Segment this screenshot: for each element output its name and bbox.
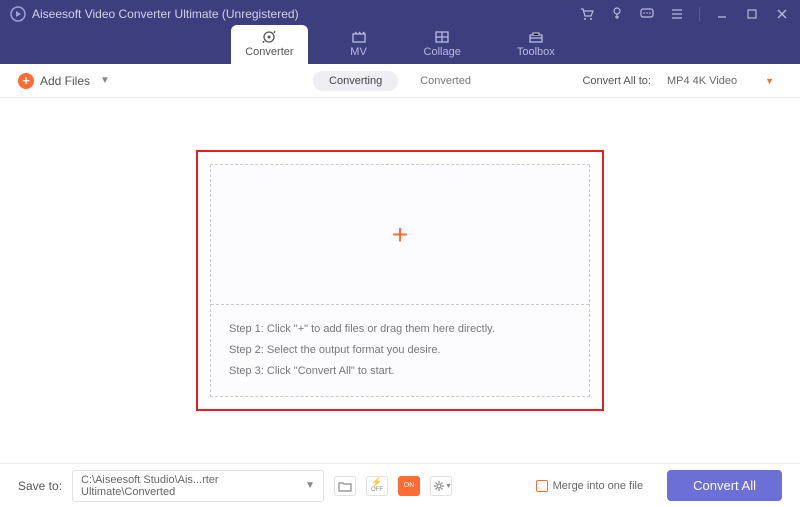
divider xyxy=(699,7,700,21)
step-2: Step 2: Select the output format you des… xyxy=(229,340,571,361)
tab-toolbox[interactable]: Toolbox xyxy=(503,25,569,64)
collage-icon xyxy=(433,29,451,45)
highlight-box: + Step 1: Click "+" to add files or drag… xyxy=(196,150,604,411)
maximize-icon[interactable] xyxy=(744,6,760,22)
cart-icon[interactable] xyxy=(579,6,595,22)
close-icon[interactable] xyxy=(774,6,790,22)
converted-tab[interactable]: Converted xyxy=(404,71,487,91)
add-files-button[interactable]: + Add Files ▼ xyxy=(18,73,110,89)
open-folder-icon[interactable] xyxy=(334,476,356,496)
footer: Save to: C:\Aiseesoft Studio\Ais...rter … xyxy=(0,463,800,507)
app-logo-icon xyxy=(10,6,26,22)
chevron-down-icon: ▼ xyxy=(100,75,110,86)
dropzone-steps: Step 1: Click "+" to add files or drag t… xyxy=(211,305,589,396)
app-window: Aiseesoft Video Converter Ultimate (Unre… xyxy=(0,0,800,507)
tab-label: MV xyxy=(350,46,367,58)
converter-icon xyxy=(260,29,278,45)
status-segment: Converting Converted xyxy=(313,71,487,91)
dropzone[interactable]: + Step 1: Click "+" to add files or drag… xyxy=(210,164,590,397)
merge-checkbox[interactable]: Merge into one file xyxy=(536,480,644,492)
dropzone-top[interactable]: + xyxy=(211,165,589,305)
settings-icon[interactable]: ▾ xyxy=(430,476,452,496)
convert-all-to: Convert All to: MP4 4K Video ▼ xyxy=(582,72,782,90)
tab-label: Converter xyxy=(245,46,293,58)
gpu-icon[interactable]: ON xyxy=(398,476,420,496)
convert-all-button[interactable]: Convert All xyxy=(667,470,782,501)
plus-icon: + xyxy=(18,73,34,89)
app-title: Aiseesoft Video Converter Ultimate (Unre… xyxy=(32,7,579,21)
add-plus-icon[interactable]: + xyxy=(392,219,408,251)
tab-converter[interactable]: Converter xyxy=(231,25,307,64)
toolbar: + Add Files ▼ Converting Converted Conve… xyxy=(0,64,800,98)
save-path-value: C:\Aiseesoft Studio\Ais...rter Ultimate\… xyxy=(81,474,301,498)
minimize-icon[interactable] xyxy=(714,6,730,22)
checkbox-icon xyxy=(536,480,548,492)
key-icon[interactable] xyxy=(609,6,625,22)
tab-label: Toolbox xyxy=(517,46,555,58)
titlebar-controls xyxy=(579,6,790,22)
merge-label: Merge into one file xyxy=(553,480,644,492)
chevron-down-icon: ▼ xyxy=(305,480,315,491)
main-area: + Step 1: Click "+" to add files or drag… xyxy=(0,98,800,463)
hardware-accel-icon[interactable]: ⚡OFF xyxy=(366,476,388,496)
chat-icon[interactable] xyxy=(639,6,655,22)
save-path-dropdown[interactable]: C:\Aiseesoft Studio\Ais...rter Ultimate\… xyxy=(72,470,324,502)
toolbox-icon xyxy=(527,29,545,45)
menu-icon[interactable] xyxy=(669,6,685,22)
tab-collage[interactable]: Collage xyxy=(410,25,475,64)
mv-icon xyxy=(350,29,368,45)
format-dropdown[interactable]: MP4 4K Video ▼ xyxy=(659,72,782,90)
add-files-label: Add Files xyxy=(40,74,90,88)
format-value: MP4 4K Video xyxy=(667,75,737,87)
tab-label: Collage xyxy=(424,46,461,58)
step-3: Step 3: Click "Convert All" to start. xyxy=(229,361,571,382)
titlebar-top: Aiseesoft Video Converter Ultimate (Unre… xyxy=(0,0,800,28)
save-to-label: Save to: xyxy=(18,479,62,493)
titlebar: Aiseesoft Video Converter Ultimate (Unre… xyxy=(0,0,800,64)
step-1: Step 1: Click "+" to add files or drag t… xyxy=(229,319,571,340)
main-tabs: Converter MV Collage Toolbox xyxy=(0,28,800,64)
converting-tab[interactable]: Converting xyxy=(313,71,398,91)
dropdown-triangle-icon: ▼ xyxy=(765,76,774,86)
tab-mv[interactable]: MV xyxy=(336,25,382,64)
convert-all-to-label: Convert All to: xyxy=(582,75,650,87)
